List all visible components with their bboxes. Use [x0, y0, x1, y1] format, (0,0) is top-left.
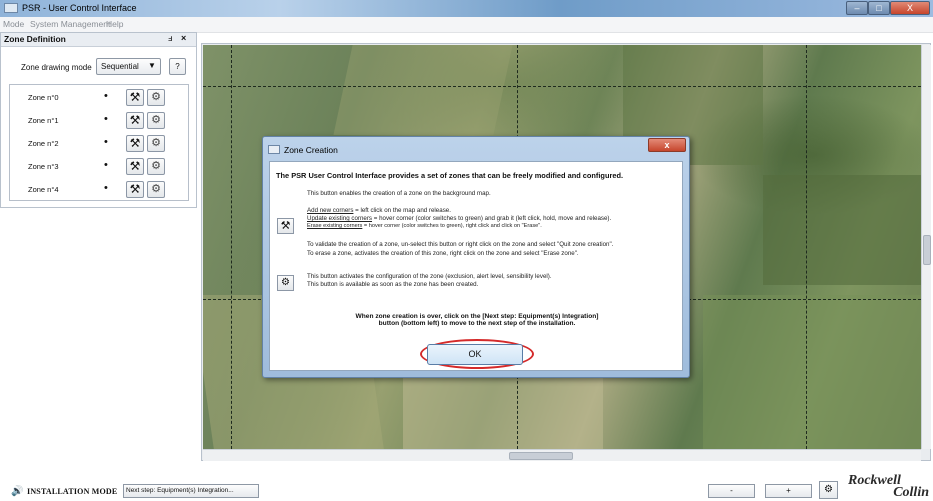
footer-line: button (bottom left) to move to the next… — [378, 320, 576, 327]
drawing-mode-value: Sequential — [101, 62, 139, 71]
grid-line — [203, 86, 921, 87]
dialog-title: Zone Creation — [284, 145, 338, 155]
grid-line — [806, 45, 807, 449]
create-zone-tools-icon[interactable]: ⚒ — [126, 89, 144, 106]
panel-title: Zone Definition — [4, 34, 66, 44]
add-corners-text: = left click on the map and release. — [353, 207, 451, 214]
speaker-icon[interactable]: 🔊 — [11, 486, 23, 497]
vertical-scroll-thumb[interactable] — [923, 235, 931, 265]
zone-indicator: • — [104, 182, 108, 194]
erase-corners-line: Erase existing corners = hover corner (c… — [307, 223, 542, 229]
zone-creation-dialog: Zone Creation x The PSR User Control Int… — [262, 136, 690, 378]
zone-indicator: • — [104, 90, 108, 102]
zone-indicator: • — [104, 159, 108, 171]
config-text: This button activates the configuration … — [307, 273, 552, 280]
configure-zone-gear-icon[interactable]: ⚙ — [147, 112, 165, 129]
create-zone-tools-icon[interactable]: ⚒ — [126, 135, 144, 152]
zone-label: Zone n°3 — [28, 162, 59, 171]
horizontal-scroll-thumb[interactable] — [509, 452, 573, 460]
horizontal-scrollbar[interactable] — [203, 449, 921, 461]
configure-zone-gear-icon[interactable]: ⚙ — [147, 158, 165, 175]
ok-button[interactable]: OK — [427, 344, 523, 365]
erase-corners-text: = hover corner (color switches to green)… — [362, 223, 542, 229]
configure-zone-gear-icon[interactable]: ⚙ — [147, 181, 165, 198]
configure-zone-gear-icon[interactable]: ⚙ — [147, 135, 165, 152]
zone-row: Zone n°3 • ⚒ ⚙ — [10, 156, 188, 178]
footer-line: When zone creation is over, click on the… — [355, 313, 599, 320]
zone-row: Zone n°1 • ⚒ ⚙ — [10, 110, 188, 132]
zone-label: Zone n°0 — [28, 93, 59, 102]
intro-text: This button enables the creation of a zo… — [307, 190, 491, 197]
erase-corners-term: Erase existing corners — [307, 223, 363, 229]
rockwell-collins-logo: Rockwell Collin — [848, 474, 933, 500]
update-corners-term: Update existing corners — [307, 215, 373, 222]
chevron-down-icon: ▼ — [148, 61, 156, 70]
map-field — [703, 295, 921, 449]
dialog-footer-text: When zone creation is over, click on the… — [270, 313, 684, 327]
zone-indicator: • — [104, 136, 108, 148]
zone-row: Zone n°0 • ⚒ ⚙ — [10, 87, 188, 109]
add-corners-line: Add new corners = left click on the map … — [307, 207, 451, 214]
help-button[interactable]: ? — [169, 58, 186, 75]
dialog-body: The PSR User Control Interface provides … — [269, 161, 683, 371]
map-field — [763, 175, 921, 285]
grid-line — [231, 45, 232, 449]
zoom-in-button[interactable]: + — [765, 484, 812, 498]
erase-zone-text: To erase a zone, activates the creation … — [307, 250, 579, 257]
zone-indicator: • — [104, 113, 108, 125]
menu-system-management[interactable]: System Management — [30, 19, 110, 29]
drawing-mode-label: Zone drawing mode — [21, 63, 92, 72]
drawing-mode-select[interactable]: Sequential ▼ — [96, 58, 161, 75]
window-title: PSR - User Control Interface — [22, 3, 137, 13]
zone-label: Zone n°1 — [28, 116, 59, 125]
create-zone-tools-icon[interactable]: ⚒ — [126, 112, 144, 129]
menu-help[interactable]: Help — [106, 19, 123, 29]
pin-icon[interactable]: ⅎ — [168, 33, 172, 43]
zone-label: Zone n°4 — [28, 185, 59, 194]
create-zone-tools-icon[interactable]: ⚒ — [126, 158, 144, 175]
zone-definition-panel: Zone Definition ⅎ × Zone drawing mode Se… — [0, 32, 197, 208]
window-title-bar[interactable]: PSR - User Control Interface – □ X — [0, 0, 933, 17]
logo-line: Collin — [893, 485, 929, 500]
status-bar: 🔊 INSTALLATION MODE Next step: Equipment… — [0, 470, 933, 501]
menu-bar: Mode System Management Help — [0, 17, 933, 33]
panel-close-icon[interactable]: × — [181, 33, 186, 43]
panel-header: Zone Definition ⅎ × — [1, 33, 196, 47]
dialog-close-button[interactable]: x — [648, 138, 686, 152]
vertical-scrollbar[interactable] — [921, 45, 931, 449]
mode-status: INSTALLATION MODE — [27, 487, 118, 496]
create-zone-tools-icon[interactable]: ⚒ — [126, 181, 144, 198]
dialog-heading: The PSR User Control Interface provides … — [276, 171, 624, 180]
next-step-button[interactable]: Next step: Equipment(s) Integration... — [123, 484, 259, 498]
zoom-out-button[interactable]: - — [708, 484, 755, 498]
maximize-button[interactable]: □ — [868, 1, 890, 15]
close-button[interactable]: X — [890, 1, 930, 15]
config-availability-text: This button is available as soon as the … — [307, 281, 479, 288]
settings-gear-icon[interactable]: ⚙ — [819, 481, 838, 499]
map-field — [333, 45, 513, 135]
zone-label: Zone n°2 — [28, 139, 59, 148]
configure-zone-gear-icon: ⚙ — [277, 275, 294, 291]
minimize-button[interactable]: – — [846, 1, 868, 15]
zone-list: Zone n°0 • ⚒ ⚙ Zone n°1 • ⚒ ⚙ Zone n°2 •… — [9, 84, 189, 201]
menu-mode[interactable]: Mode — [3, 19, 24, 29]
zone-row: Zone n°2 • ⚒ ⚙ — [10, 133, 188, 155]
create-zone-tools-icon: ⚒ — [277, 218, 294, 234]
add-corners-term: Add new corners — [307, 207, 354, 214]
configure-zone-gear-icon[interactable]: ⚙ — [147, 89, 165, 106]
app-icon — [4, 3, 18, 13]
update-corners-line: Update existing corners = hover corner (… — [307, 215, 611, 222]
dialog-app-icon — [268, 145, 280, 154]
zone-row: Zone n°4 • ⚒ ⚙ — [10, 179, 188, 201]
validate-text: To validate the creation of a zone, un-s… — [307, 241, 614, 248]
update-corners-text: = hover corner (color switches to green)… — [372, 215, 612, 222]
